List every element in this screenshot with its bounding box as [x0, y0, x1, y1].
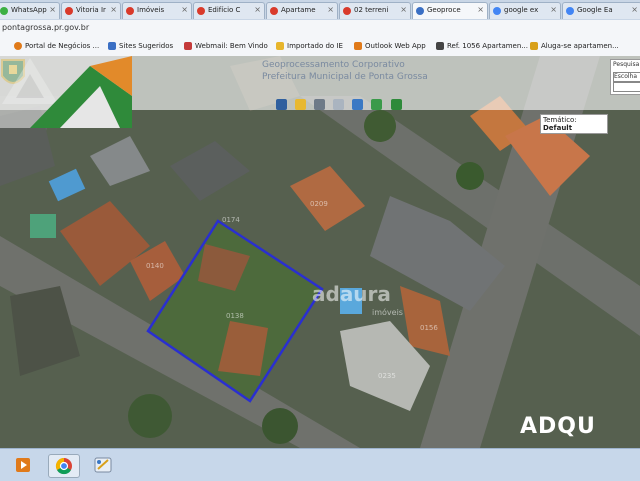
bookmark-label: Sites Sugeridos: [119, 42, 174, 50]
tab-label: Vitoria Ir: [76, 6, 106, 14]
close-icon[interactable]: ×: [327, 5, 334, 14]
search-label: Pesquisa: [613, 61, 640, 68]
bookmark-importado-ie[interactable]: Importado do IE: [276, 42, 343, 50]
star-icon: [530, 42, 538, 50]
bookmark-label: Importado do IE: [287, 42, 343, 50]
paint-button[interactable]: [88, 454, 118, 476]
tab-label: Google Ea: [577, 6, 613, 14]
url-text[interactable]: pontagrossa.pr.gov.br: [2, 23, 89, 32]
map-subtitle: Prefeitura Municipal de Ponta Grossa: [262, 72, 428, 82]
bookmark-portal-negocios[interactable]: Portal de Negócios ...: [14, 42, 99, 50]
search-select[interactable]: Escolha: [613, 72, 640, 82]
bookmark-label: Webmail: Bem Vindo: [195, 42, 268, 50]
page-icon: [65, 7, 73, 15]
close-icon[interactable]: ×: [254, 5, 261, 14]
close-icon[interactable]: ×: [181, 5, 188, 14]
tematico-value: Default: [543, 124, 573, 132]
tab-label: google ex: [504, 6, 539, 14]
close-icon[interactable]: ×: [631, 5, 638, 14]
bookmark-outlook[interactable]: Outlook Web App: [354, 42, 426, 50]
close-icon[interactable]: ×: [550, 5, 557, 14]
geoprocessing-map[interactable]: 0174 0138 0209 0156 0235 0140 Geoprocess…: [0, 56, 640, 448]
tab-vitoria[interactable]: Vitoria Ir ×: [61, 2, 121, 19]
chrome-icon: [55, 457, 72, 475]
tab-label: 02 terreni: [354, 6, 389, 14]
tab-geoprocessamento[interactable]: Geoproce ×: [412, 2, 488, 19]
lot-number: 0174: [222, 216, 240, 224]
watermark-text: adaura: [312, 282, 391, 306]
media-player-icon: [16, 458, 30, 472]
tab-label: Imóveis: [137, 6, 165, 14]
address-bar[interactable]: pontagrossa.pr.gov.br: [0, 20, 640, 39]
pan-icon[interactable]: [314, 99, 326, 110]
bookmark-label: Outlook Web App: [365, 42, 426, 50]
page-icon: [436, 42, 444, 50]
tab-label: WhatsApp: [11, 6, 47, 14]
page-icon: [197, 7, 205, 15]
bookmark-sites-sugeridos[interactable]: Sites Sugeridos: [108, 42, 173, 50]
tab-label: Geoproce: [427, 6, 461, 14]
tab-label: Edifício C: [208, 6, 241, 14]
close-icon[interactable]: ×: [477, 5, 484, 14]
tab-terrenos[interactable]: 02 terreni ×: [339, 2, 411, 19]
outlook-icon: [354, 42, 362, 50]
bookmark-ref-1056[interactable]: Ref. 1056 Apartamen...: [436, 42, 528, 50]
media-player-button[interactable]: [8, 454, 38, 476]
tab-label: Apartame: [281, 6, 316, 14]
bookmark-icon: [108, 42, 116, 50]
layers-icon[interactable]: [352, 99, 364, 110]
tab-google-earth-2[interactable]: Google Ea ×: [562, 2, 640, 19]
close-icon[interactable]: ×: [49, 5, 56, 14]
page-icon: [270, 7, 278, 15]
google-icon: [566, 7, 574, 15]
info-icon[interactable]: [371, 99, 383, 110]
globe-icon: [416, 7, 424, 15]
bookmark-webmail[interactable]: Webmail: Bem Vindo: [184, 42, 268, 50]
paint-icon: [94, 457, 112, 473]
lot-number: 0156: [420, 324, 438, 332]
tab-edificio[interactable]: Edifício C ×: [193, 2, 265, 19]
bookmark-aluga-se[interactable]: Aluga-se apartamen...: [530, 42, 619, 50]
search-panel: Pesquisa Escolha: [610, 59, 640, 95]
chrome-button[interactable]: [48, 454, 80, 478]
watermark-subtitle: imóveis: [372, 308, 403, 317]
map-title: Geoprocessamento Corporativo: [262, 60, 405, 70]
tab-whatsapp[interactable]: WhatsApp ×: [0, 2, 60, 19]
lot-number: 0138: [226, 312, 244, 320]
lot-number: 0209: [310, 200, 328, 208]
lot-number: 0140: [146, 262, 164, 270]
map-toolbar: [276, 95, 405, 110]
mail-icon: [184, 42, 192, 50]
tematico-panel[interactable]: Temático: Default: [540, 114, 608, 134]
close-icon[interactable]: ×: [110, 5, 117, 14]
lot-number: 0235: [378, 372, 396, 380]
browser-tab-strip: WhatsApp × Vitoria Ir × Imóveis × Edifíc…: [0, 0, 640, 21]
measure-icon[interactable]: [333, 99, 345, 110]
tab-google-earth-1[interactable]: google ex ×: [489, 2, 561, 19]
bookmark-label: Aluga-se apartamen...: [541, 42, 619, 50]
page-icon: [126, 7, 134, 15]
bookmark-icon: [14, 42, 22, 50]
print-icon[interactable]: [390, 99, 402, 110]
search-input[interactable]: [613, 82, 640, 92]
whatsapp-icon: [0, 7, 8, 15]
tematico-label: Temático:: [543, 116, 577, 124]
tab-apartamento[interactable]: Apartame ×: [266, 2, 338, 19]
zoom-in-icon[interactable]: [276, 99, 287, 110]
page-icon: [343, 7, 351, 15]
taskbar: [0, 448, 640, 481]
bookmarks-bar: Portal de Negócios ... Sites Sugeridos W…: [0, 38, 640, 57]
close-icon[interactable]: ×: [400, 5, 407, 14]
brand-text: ADQU: [520, 414, 596, 439]
tab-imoveis[interactable]: Imóveis ×: [122, 2, 192, 19]
folder-icon: [276, 42, 284, 50]
bookmark-label: Portal de Negócios ...: [25, 42, 100, 50]
google-icon: [493, 7, 501, 15]
home-icon[interactable]: [295, 99, 307, 110]
bookmark-label: Ref. 1056 Apartamen...: [447, 42, 528, 50]
brand-logo: [0, 56, 132, 128]
court: [30, 214, 56, 238]
